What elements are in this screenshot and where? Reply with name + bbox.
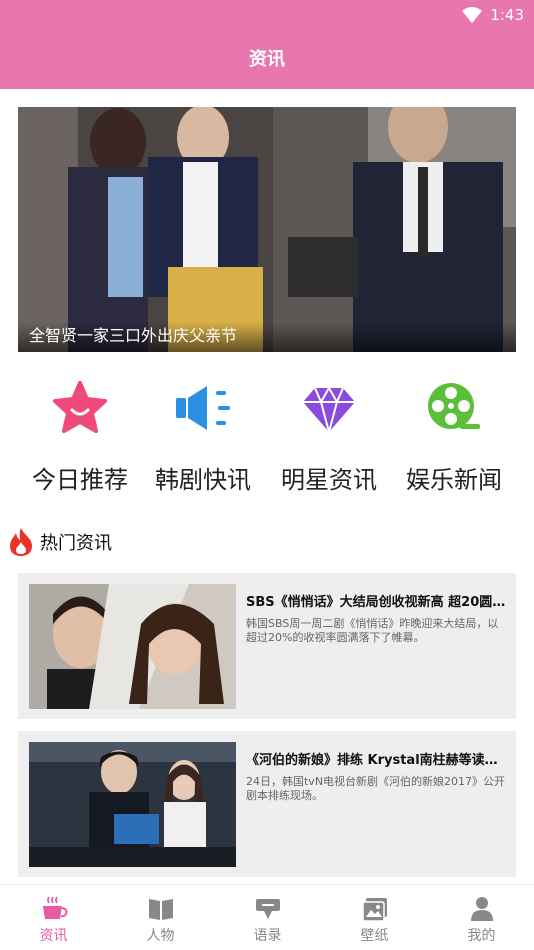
picture-icon <box>361 898 387 922</box>
news-thumbnail <box>29 742 236 867</box>
news-summary: 韩国SBS周一周二剧《悄悄话》昨晚迎来大结局，以超过20%的收视率圆满落下了帷幕… <box>246 617 499 644</box>
hot-news-header: 热门资讯 <box>8 524 112 560</box>
banner-carousel[interactable]: 全智贤一家三口外出庆父亲节 <box>18 107 516 352</box>
wifi-icon <box>462 7 483 23</box>
speaker-icon <box>176 386 230 430</box>
news-headline: SBS《悄悄话》大结局创收视新高 超20圆满落下帷幕 <box>246 595 508 610</box>
person-icon <box>470 897 493 921</box>
category-today-recommend[interactable]: 今日推荐 <box>13 380 147 495</box>
category-label: 今日推荐 <box>32 466 128 494</box>
category-entertainment-news[interactable]: 娱乐新闻 <box>387 380 521 495</box>
coffee-cup-icon <box>42 896 67 919</box>
category-label: 娱乐新闻 <box>406 466 502 494</box>
page-title: 资讯 <box>249 49 285 70</box>
bottom-navigation: 资讯 人物 语录 壁纸 我的 <box>0 884 534 950</box>
category-grid: 今日推荐 韩剧快讯 明星资讯 娱乐新闻 <box>0 380 534 500</box>
nav-label: 资讯 <box>39 928 68 944</box>
news-card[interactable]: SBS《悄悄话》大结局创收视新高 超20圆满落下帷幕 韩国SBS周一周二剧《悄悄… <box>18 573 516 719</box>
book-icon <box>148 899 173 920</box>
news-thumbnail <box>29 584 236 709</box>
section-title: 热门资讯 <box>40 533 112 554</box>
nav-label: 壁纸 <box>360 928 389 944</box>
status-bar: 1:43 <box>462 4 524 26</box>
news-card[interactable]: 《河伯的新娘》排练 Krystal南柱赫等读剧本 24日，韩国tvN电视台新剧《… <box>18 731 516 877</box>
nav-label: 语录 <box>253 928 282 944</box>
nav-label: 我的 <box>467 928 496 944</box>
nav-tab-quotes[interactable]: 语录 <box>214 895 321 945</box>
nav-tab-news[interactable]: 资讯 <box>0 895 107 945</box>
star-icon <box>53 381 107 433</box>
app-bar: 1:43 资讯 <box>0 0 534 89</box>
banner-image <box>18 107 516 352</box>
news-summary: 24日，韩国tvN电视台新剧《河伯的新娘2017》公开剧本排练现场。 <box>246 775 506 802</box>
category-label: 明星资讯 <box>281 466 377 494</box>
flame-icon <box>10 528 32 556</box>
news-image <box>29 584 236 709</box>
diamond-icon <box>303 385 355 436</box>
category-star-news[interactable]: 明星资讯 <box>262 380 396 495</box>
nav-label: 人物 <box>146 928 175 944</box>
news-headline: 《河伯的新娘》排练 Krystal南柱赫等读剧本 <box>246 753 508 768</box>
news-image <box>29 742 236 867</box>
nav-tab-wallpaper[interactable]: 壁纸 <box>321 895 428 945</box>
nav-tab-profile[interactable]: 我的 <box>428 895 534 945</box>
status-time: 1:43 <box>490 6 524 24</box>
banner-caption: 全智贤一家三口外出庆父亲节 <box>29 326 238 345</box>
nav-tab-people[interactable]: 人物 <box>107 895 214 945</box>
banner-caption-overlay: 全智贤一家三口外出庆父亲节 <box>18 322 516 352</box>
category-kdrama-news[interactable]: 韩剧快讯 <box>136 380 270 495</box>
category-label: 韩剧快讯 <box>155 466 251 494</box>
quote-icon <box>255 899 280 919</box>
film-reel-icon <box>428 383 480 429</box>
